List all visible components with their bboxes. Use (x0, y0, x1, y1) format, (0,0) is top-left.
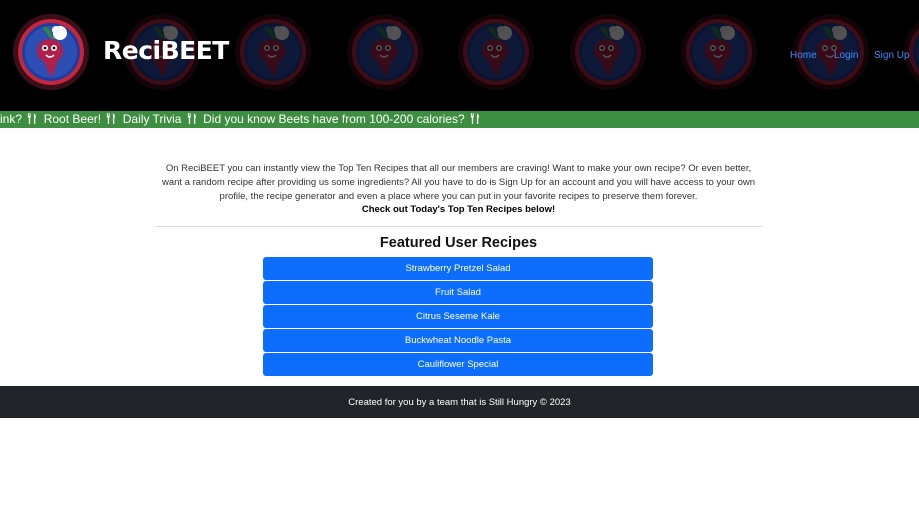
fork-knife-icon (470, 113, 479, 124)
intro-paragraph: On ReciBEET you can instantly view the T… (161, 163, 756, 202)
beet-chef-logo-icon (680, 13, 758, 91)
beet-chef-logo-icon (346, 13, 424, 91)
nav-home-link[interactable]: Home (790, 50, 817, 61)
intro-cta: Check out Today's Top Ten Recipes below! (361, 204, 556, 215)
fork-knife-icon (187, 113, 196, 124)
ticker-item: rink? (0, 112, 23, 126)
nav-signup-link[interactable]: Sign Up (874, 50, 910, 61)
site-footer: Created for you by a team that is Still … (0, 386, 919, 418)
recipe-button[interactable]: Cauliflower Special (263, 353, 653, 376)
recipe-button[interactable]: Fruit Salad (263, 281, 653, 304)
divider (155, 226, 762, 227)
brand-title[interactable]: ReciBEET (103, 36, 229, 65)
site-header: ReciBEET Home Login Sign Up (0, 0, 919, 111)
ticker-item: Did you know Beets have from 100-200 cal… (203, 112, 465, 126)
featured-recipe-list: Strawberry Pretzel Salad Fruit Salad Cit… (263, 257, 653, 377)
recipe-button[interactable]: Buckwheat Noodle Pasta (263, 329, 653, 352)
trivia-ticker: rink? Root Beer! Daily Trivia Did you kn… (0, 111, 919, 128)
nav-login-link[interactable]: Login (834, 50, 858, 61)
ticker-text: rink? Root Beer! Daily Trivia Did you kn… (0, 112, 483, 127)
footer-text: Created for you by a team that is Still … (348, 397, 571, 408)
beet-chef-logo-icon[interactable] (12, 13, 90, 91)
recipe-button[interactable]: Citrus Seseme Kale (263, 305, 653, 328)
ticker-item: Daily Trivia (122, 112, 182, 126)
ticker-item: Root Beer! (43, 112, 102, 126)
beet-chef-logo-icon (234, 13, 312, 91)
fork-knife-icon (28, 113, 37, 124)
recipe-button[interactable]: Strawberry Pretzel Salad (263, 257, 653, 280)
featured-title: Featured User Recipes (379, 235, 538, 251)
fork-knife-icon (107, 113, 116, 124)
beet-chef-logo-icon (569, 13, 647, 91)
beet-chef-logo-icon (457, 13, 535, 91)
